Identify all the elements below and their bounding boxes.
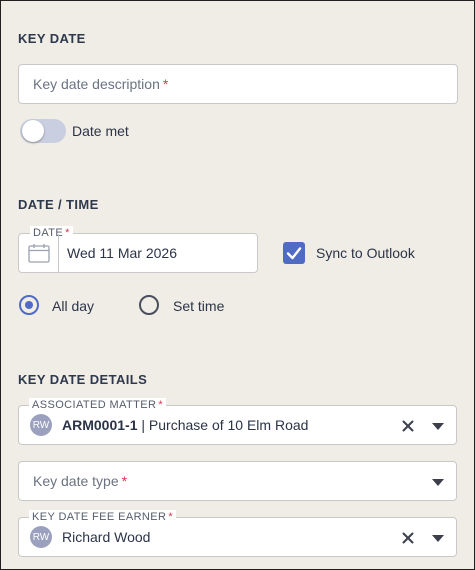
set-time-label: Set time [173,298,225,314]
key-date-type-placeholder: Key date type * [33,473,128,489]
required-mark: * [162,76,169,92]
associated-matter-value: ARM0001-1 | Purchase of 10 Elm Road [62,417,309,433]
avatar: RW [30,414,52,436]
avatar: RW [30,526,52,548]
section-title-key-date: KEY DATE [18,31,86,46]
date-value[interactable]: Wed 11 Mar 2026 [67,245,177,261]
key-date-description-placeholder: Key date description * [33,76,169,92]
set-time-radio[interactable] [139,295,159,315]
all-day-label: All day [52,298,95,314]
section-title-key-date-details: KEY DATE DETAILS [18,372,148,387]
clear-icon[interactable] [399,417,417,435]
fee-earner-value: Richard Wood [62,529,151,545]
key-date-description-input[interactable]: Key date description * [18,64,458,104]
chevron-down-icon[interactable] [429,417,447,435]
chevron-down-icon[interactable] [429,473,447,491]
date-field[interactable]: DATE * Wed 11 Mar 2026 [18,226,258,273]
clear-icon[interactable] [399,529,417,547]
date-met-toggle-knob[interactable] [22,120,44,142]
date-met-label: Date met [72,123,129,139]
fee-earner-select[interactable]: KEY DATE FEE EARNER * RW Richard Wood [18,510,457,557]
key-date-form: KEY DATE Key date description * Date met … [0,0,475,570]
sync-outlook-checkbox[interactable] [283,242,305,264]
all-day-radio[interactable] [19,295,39,315]
calendar-icon[interactable] [19,234,59,272]
sync-outlook-label: Sync to Outlook [316,245,415,261]
associated-matter-select[interactable]: ASSOCIATED MATTER * RW ARM0001-1 | Purcha… [18,398,457,445]
associated-matter-label: ASSOCIATED MATTER * [29,398,167,412]
check-icon [286,247,302,260]
section-title-date-time: DATE / TIME [18,197,99,212]
key-date-type-select[interactable]: Key date type * [18,461,457,501]
fee-earner-label: KEY DATE FEE EARNER * [29,510,177,524]
chevron-down-icon[interactable] [429,529,447,547]
